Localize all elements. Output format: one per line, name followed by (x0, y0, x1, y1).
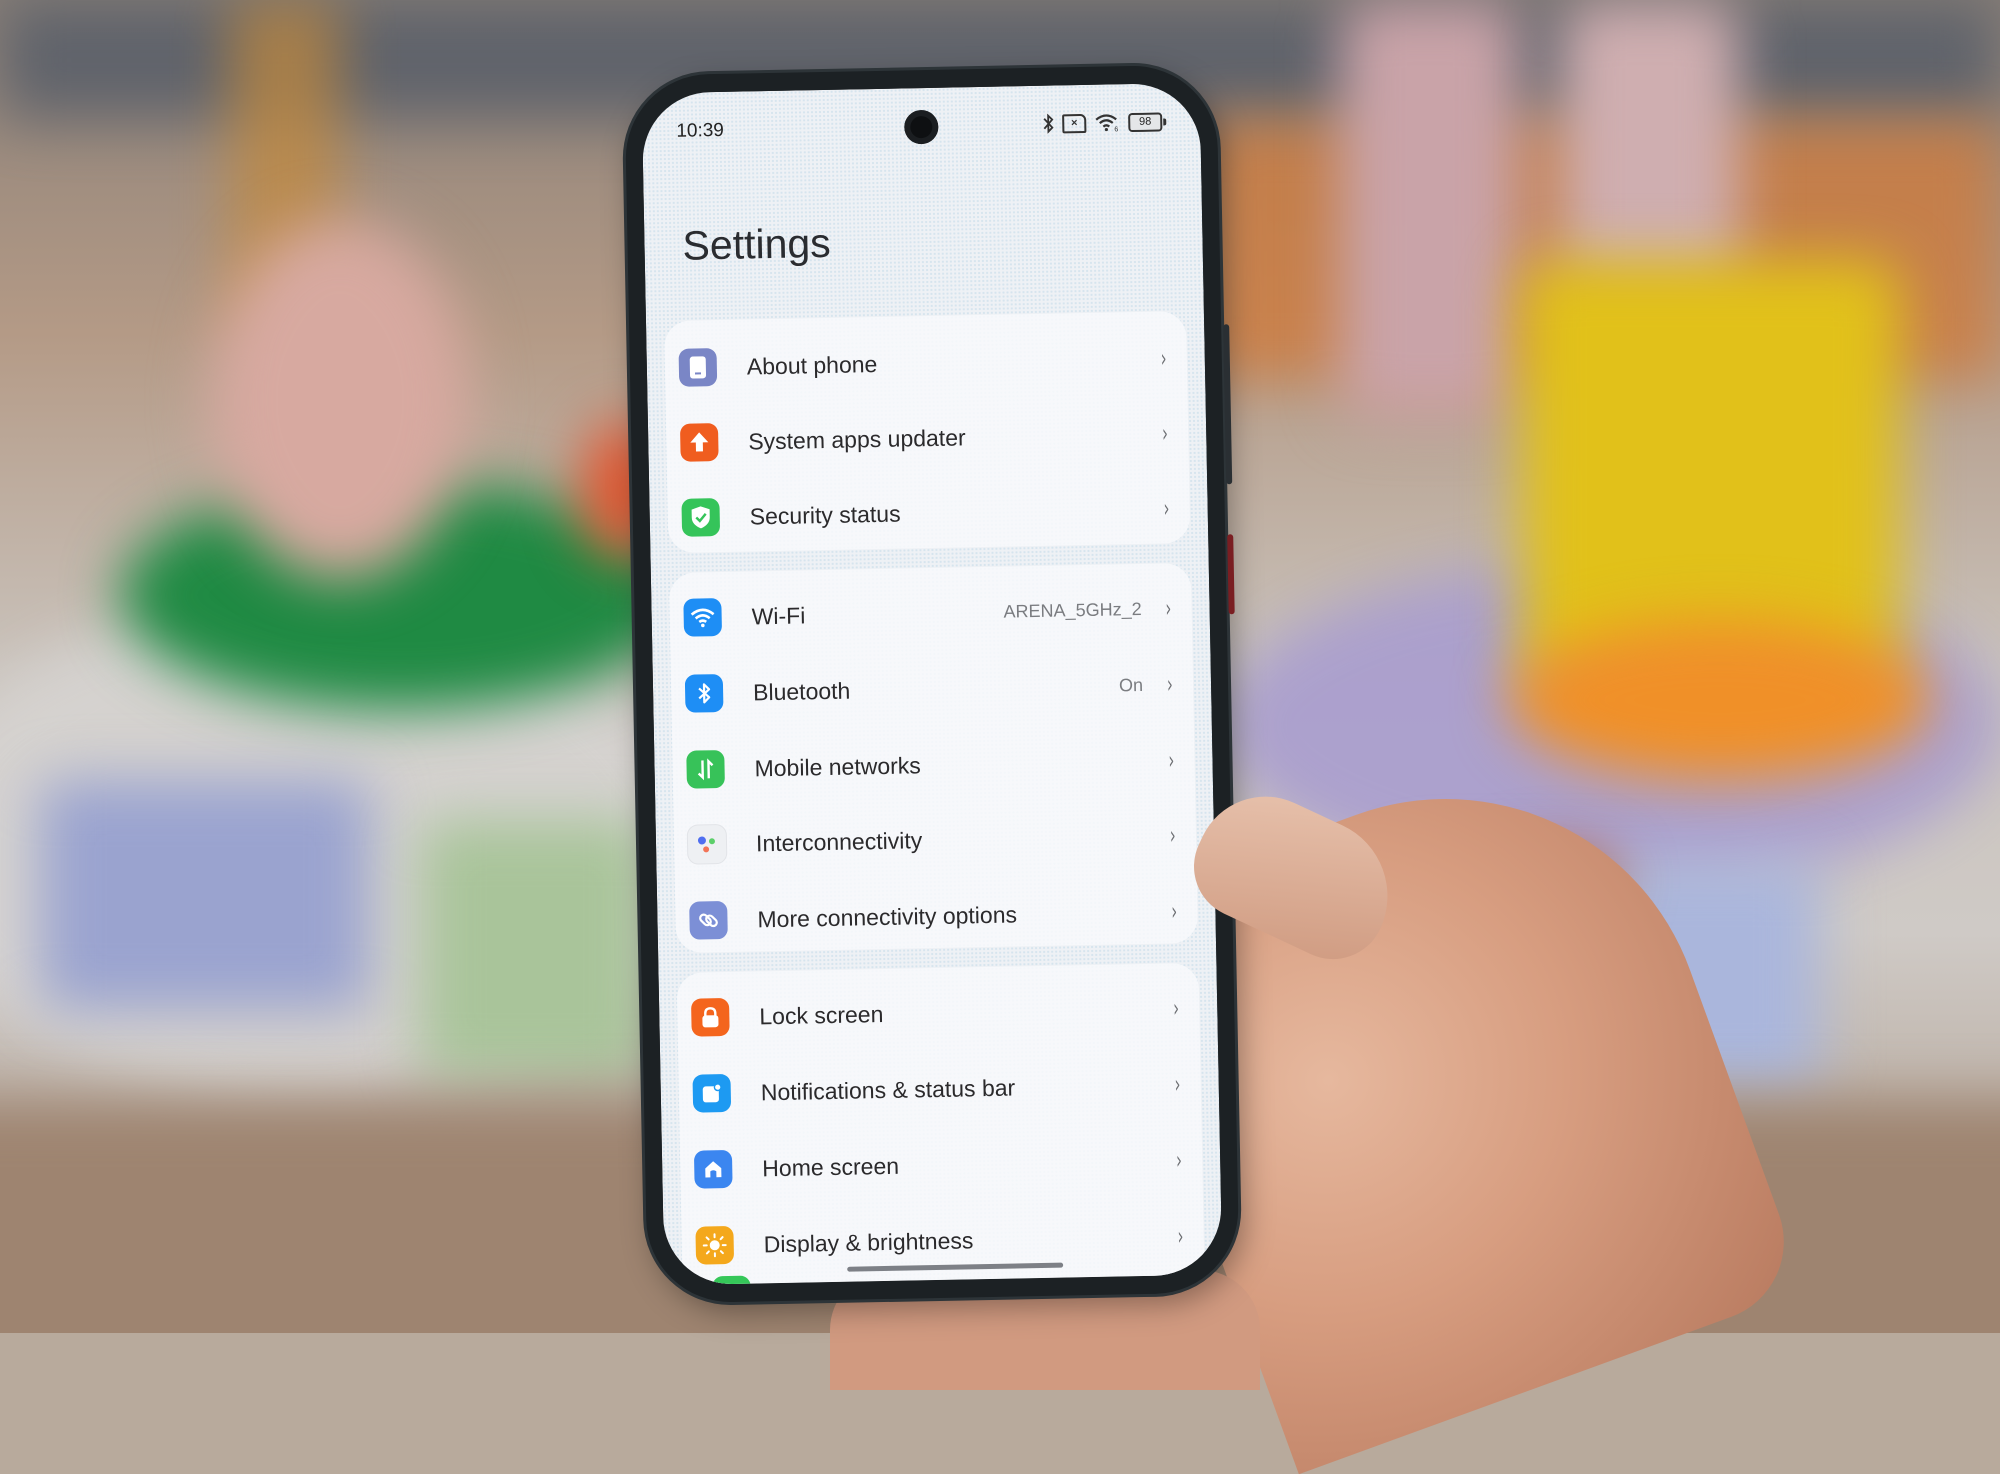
chevron-right-icon: › (1176, 1146, 1182, 1174)
page-title: Settings (682, 220, 831, 270)
background-blue-phone (40, 780, 370, 1010)
item-label: Notifications & status bar (761, 1074, 1016, 1106)
dots-icon (688, 825, 727, 864)
settings-item-more-connectivity-options[interactable]: More connectivity options › (675, 876, 1198, 956)
wifi-6-badge: 6 (1114, 126, 1118, 132)
wifi-icon (683, 598, 722, 637)
bluetooth-icon (685, 674, 724, 713)
settings-item-wifi[interactable]: Wi-Fi ARENA_5GHz_2 › (669, 573, 1192, 653)
settings-screen: 10:39 × 6 98 (642, 83, 1223, 1285)
chevron-right-icon: › (1175, 1070, 1181, 1098)
chevron-right-icon: › (1164, 494, 1170, 522)
chevron-right-icon: › (1166, 594, 1172, 622)
chevron-right-icon: › (1170, 821, 1176, 849)
item-label: Mobile networks (754, 752, 921, 782)
item-label: Security status (749, 500, 900, 530)
mobile-data-icon (686, 750, 725, 789)
item-label: About phone (747, 350, 878, 379)
battery-level: 98 (1128, 112, 1162, 132)
settings-item-mobile-networks[interactable]: Mobile networks › (672, 725, 1195, 805)
settings-item-notifications-status-bar[interactable]: Notifications & status bar › (678, 1049, 1201, 1129)
chevron-right-icon: › (1171, 897, 1177, 925)
settings-item-security-status[interactable]: Security status › (667, 473, 1190, 553)
background-pink-vase-2 (1560, 0, 1740, 300)
item-label: System apps updater (748, 424, 966, 455)
chevron-right-icon: › (1178, 1222, 1184, 1250)
home-icon (694, 1150, 733, 1189)
settings-item-lock-screen[interactable]: Lock screen › (677, 973, 1200, 1053)
settings-item-bluetooth[interactable]: Bluetooth On › (670, 649, 1193, 729)
chevron-right-icon: › (1167, 670, 1173, 698)
item-label: Wi-Fi (751, 602, 805, 630)
item-label: More connectivity options (757, 901, 1017, 933)
sun-icon (695, 1226, 734, 1265)
bluetooth-icon (1042, 112, 1054, 136)
status-time: 10:39 (676, 120, 724, 143)
phone-icon (679, 348, 718, 387)
shield-check-icon (681, 498, 720, 537)
wifi-network-name: ARENA_5GHz_2 (1003, 598, 1141, 622)
wifi-icon: 6 (1094, 110, 1120, 134)
no-sim-icon: × (1062, 111, 1086, 135)
chevron-right-icon: › (1161, 344, 1167, 372)
background-pink-object (210, 220, 470, 580)
phone: 10:39 × 6 98 (624, 64, 1239, 1303)
settings-item-interconnectivity[interactable]: Interconnectivity › (673, 800, 1196, 880)
settings-item-home-screen[interactable]: Home screen › (680, 1125, 1203, 1205)
item-label: Bluetooth (753, 677, 851, 706)
background-pink-vase (1340, 0, 1520, 420)
notification-icon (692, 1074, 731, 1113)
next-item-icon-partial (712, 1276, 750, 1286)
background-orange-saucer (1510, 620, 1930, 780)
item-label: Home screen (762, 1152, 899, 1182)
item-label: Interconnectivity (756, 827, 923, 857)
chevron-right-icon: › (1169, 746, 1175, 774)
chevron-right-icon: › (1173, 994, 1179, 1022)
chevron-right-icon: › (1162, 419, 1168, 447)
bluetooth-status: On (1119, 674, 1143, 695)
item-label: Display & brightness (763, 1227, 973, 1258)
item-label: Lock screen (759, 1000, 884, 1029)
upload-arrow-icon (680, 423, 719, 462)
link-icon (689, 901, 728, 940)
settings-item-about-phone[interactable]: About phone › (664, 323, 1187, 403)
status-bar: 10:39 × 6 98 (642, 109, 1200, 150)
lock-icon (691, 998, 730, 1037)
settings-item-system-apps-updater[interactable]: System apps updater › (666, 398, 1189, 478)
background-green-phone (420, 820, 650, 1080)
battery-icon: 98 (1128, 112, 1166, 132)
